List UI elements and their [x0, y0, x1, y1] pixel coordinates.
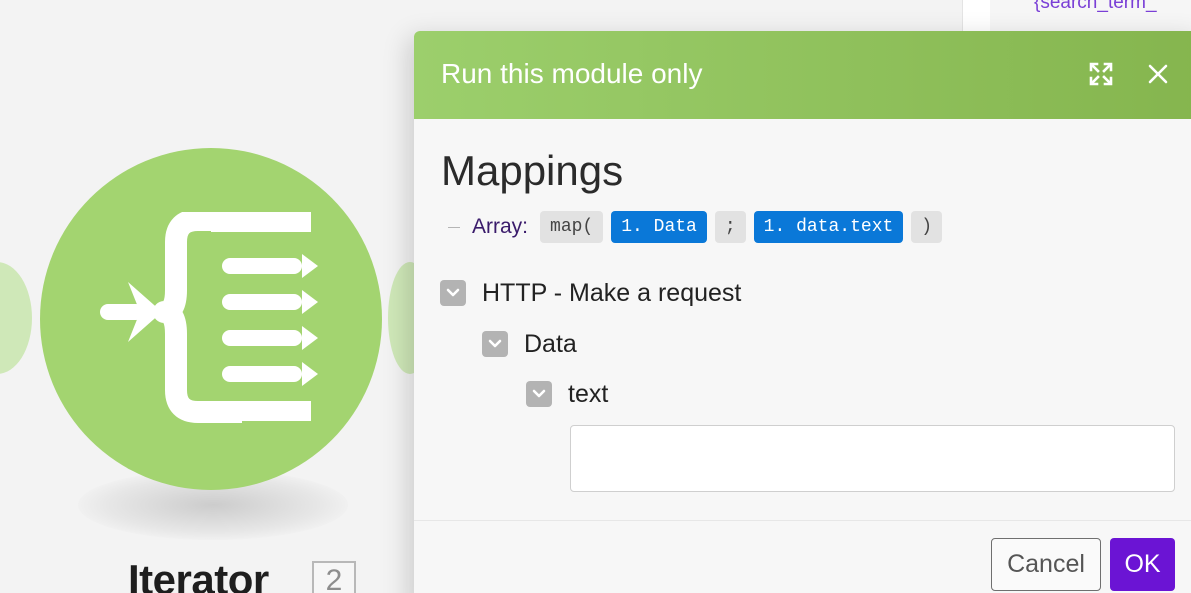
array-label: Array:: [472, 215, 529, 238]
separator-token[interactable]: ;: [714, 211, 746, 243]
run-module-dialog: Run this module only Mappings Array: map…: [414, 31, 1191, 593]
data-variable-token[interactable]: 1. Data: [611, 211, 707, 243]
tree-item-label: text: [568, 379, 609, 408]
ok-button[interactable]: OK: [1110, 538, 1175, 591]
expand-icon[interactable]: [1088, 61, 1114, 87]
tree-item-data[interactable]: Data: [482, 329, 577, 359]
chevron-down-icon[interactable]: [482, 331, 508, 357]
chevron-down-icon[interactable]: [440, 280, 466, 306]
module-id-badge: 2: [312, 561, 356, 593]
close-paren-token[interactable]: ): [911, 211, 943, 243]
dialog-title: Run this module only: [441, 58, 703, 89]
iterator-icon: [100, 212, 318, 423]
tree-item-label: HTTP - Make a request: [482, 278, 742, 307]
dialog-footer-divider: [414, 520, 1191, 521]
array-mapping-row: Array: map( 1. Data ; 1. data.text ): [448, 211, 950, 243]
tree-item-text[interactable]: text: [526, 379, 608, 409]
text-mapping-input[interactable]: [570, 425, 1175, 492]
tree-item-label: Data: [524, 329, 577, 358]
tree-item-http[interactable]: HTTP - Make a request: [440, 278, 741, 308]
mappings-heading: Mappings: [441, 147, 624, 194]
right-panel-text: {search_term_: [1034, 0, 1157, 13]
map-function-token[interactable]: map(: [540, 211, 604, 243]
dialog-header: Run this module only: [414, 31, 1191, 119]
chevron-down-icon[interactable]: [526, 381, 552, 407]
cancel-button[interactable]: Cancel: [991, 538, 1101, 591]
tree-dash: [448, 226, 460, 228]
data-text-variable-token[interactable]: 1. data.text: [753, 211, 904, 243]
close-icon[interactable]: [1146, 62, 1170, 86]
scenario-editor: {search_term_ Iterator 2 Run this module…: [0, 0, 1191, 593]
module-title[interactable]: Iterator: [128, 556, 269, 593]
